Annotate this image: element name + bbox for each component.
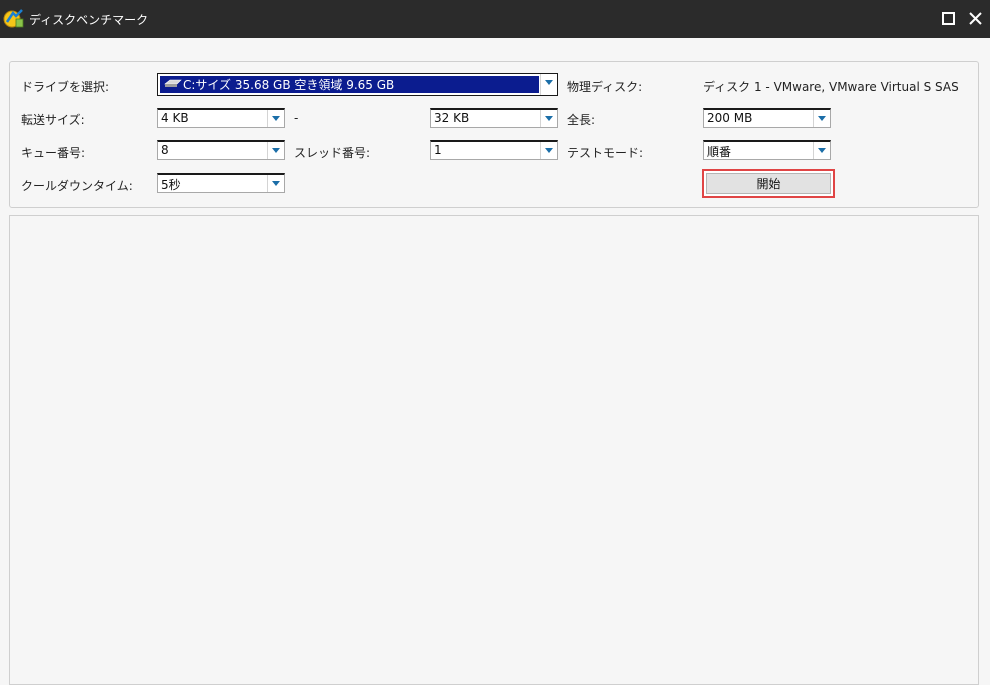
physical-disk-value: ディスク 1 - VMware, VMware Virtual S SAS — [703, 80, 959, 94]
transfer-size-min-value: 4 KB — [161, 111, 189, 125]
chevron-down-icon[interactable] — [267, 142, 284, 159]
drive-label: ドライブを選択: — [21, 80, 110, 94]
chevron-down-icon[interactable] — [267, 175, 284, 192]
test-mode-value: 順番 — [707, 145, 732, 159]
chevron-down-icon[interactable] — [813, 142, 830, 159]
transfer-size-label: 転送サイズ: — [21, 113, 85, 127]
test-mode-label: テストモード: — [567, 146, 644, 160]
drive-select[interactable]: C:サイズ 35.68 GB 空き領域 9.65 GB — [157, 73, 558, 96]
physical-disk-label: 物理ディスク: — [567, 80, 643, 94]
app-logo-icon — [3, 9, 24, 28]
total-length-select[interactable]: 200 MB — [703, 108, 831, 128]
window-title: ディスクベンチマーク — [29, 13, 149, 27]
chevron-down-icon[interactable] — [540, 142, 557, 159]
title-bar: ディスクベンチマーク — [0, 0, 990, 38]
chevron-down-icon[interactable] — [540, 74, 557, 95]
cooldown-select[interactable]: 5秒 — [157, 173, 285, 193]
cooldown-value: 5秒 — [161, 178, 181, 192]
thread-value: 1 — [434, 143, 442, 157]
drive-select-value: C:サイズ 35.68 GB 空き領域 9.65 GB — [183, 78, 395, 92]
total-length-value: 200 MB — [707, 111, 753, 125]
transfer-size-min-select[interactable]: 4 KB — [157, 108, 285, 128]
chevron-down-icon[interactable] — [267, 110, 284, 127]
transfer-size-max-select[interactable]: 32 KB — [430, 108, 558, 128]
start-button[interactable]: 開始 — [702, 169, 835, 198]
start-button-label: 開始 — [706, 173, 831, 194]
test-mode-select[interactable]: 順番 — [703, 140, 831, 160]
queue-value: 8 — [161, 143, 169, 157]
chevron-down-icon[interactable] — [540, 110, 557, 127]
range-separator: - — [294, 111, 299, 125]
total-length-label: 全長: — [567, 113, 596, 127]
transfer-size-max-value: 32 KB — [434, 111, 470, 125]
results-panel — [9, 215, 979, 685]
thread-label: スレッド番号: — [294, 146, 371, 160]
maximize-icon[interactable] — [939, 9, 959, 29]
cooldown-label: クールダウンタイム: — [21, 179, 133, 193]
queue-label: キュー番号: — [21, 146, 86, 160]
thread-select[interactable]: 1 — [430, 140, 558, 160]
close-icon[interactable] — [966, 9, 986, 29]
disk-drive-icon — [164, 79, 182, 87]
queue-select[interactable]: 8 — [157, 140, 285, 160]
chevron-down-icon[interactable] — [813, 110, 830, 127]
